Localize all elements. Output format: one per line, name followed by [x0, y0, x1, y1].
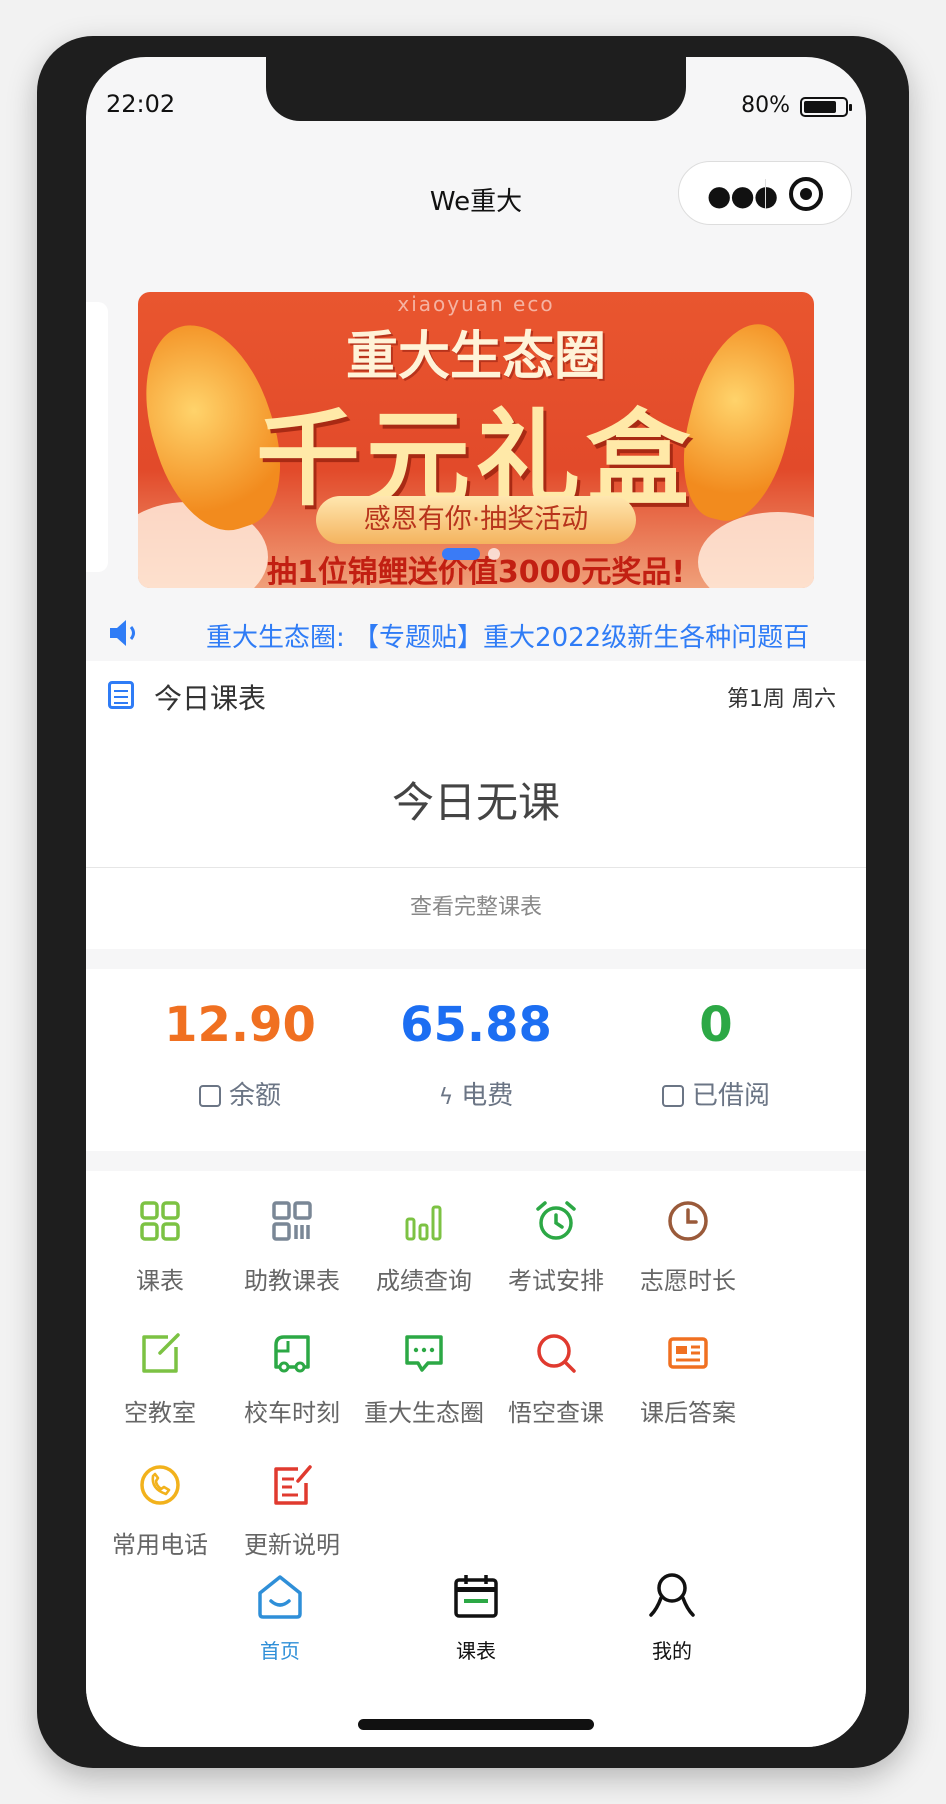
- carousel-prev-slide[interactable]: [86, 302, 108, 572]
- stat-value: 0: [699, 997, 733, 1053]
- stat-label: 已借阅: [691, 1081, 770, 1111]
- stats-card: 12.90 余额 65.88 ϟ 电费 0 已借阅: [86, 969, 866, 1151]
- notice-bar[interactable]: 重大生态圈: 【专题贴】重大2022级新生各种问题百: [86, 605, 866, 661]
- grid-item-label: 成绩查询: [376, 1267, 472, 1295]
- battery-fill: [804, 101, 836, 113]
- promo-banner[interactable]: xiaoyuan eco 重大生态圈 千元礼盒 感恩有你·抽奖活动 抽1位锦鲤送…: [138, 292, 814, 588]
- schedule-header: 今日课表 第1周 周六: [86, 661, 866, 731]
- carousel-indicator-active: [442, 548, 480, 560]
- tab-label: 课表: [456, 1639, 496, 1663]
- stat-balance[interactable]: 12.90 余额: [120, 997, 360, 1112]
- phone-icon: [140, 1465, 180, 1505]
- mini-program-capsule: ●●●: [678, 161, 852, 225]
- grid-item-label: 重大生态圈: [364, 1399, 484, 1427]
- banner-pill: 感恩有你·抽奖活动: [316, 496, 636, 544]
- bar-chart-icon: [405, 1205, 442, 1241]
- grid-item-3[interactable]: 成绩查询: [354, 1199, 494, 1296]
- close-target-icon[interactable]: [789, 177, 823, 211]
- grid-item-11[interactable]: 常用电话: [90, 1463, 230, 1560]
- more-icon[interactable]: ●●●: [707, 179, 778, 212]
- tab-schedule[interactable]: 课表: [396, 1571, 556, 1664]
- edit-square-icon: [142, 1333, 180, 1373]
- alarm-clock-icon: [536, 1201, 576, 1240]
- grid-item-label: 校车时刻: [244, 1399, 340, 1427]
- stat-value: 65.88: [400, 997, 552, 1053]
- qr-grid-icon: [272, 1201, 312, 1241]
- grid-item-label: 悟空查课: [508, 1399, 604, 1427]
- calendar-icon: [108, 681, 134, 709]
- calendar-icon: [454, 1575, 498, 1618]
- grid-item-label: 常用电话: [112, 1531, 208, 1559]
- home-indicator: [358, 1719, 594, 1730]
- home-icon: [258, 1575, 302, 1619]
- grid-item-12[interactable]: 更新说明: [222, 1463, 362, 1560]
- phone-screen: 22:02 80% We重大 ●●● xiaoyuan eco 重大生态圈 千元…: [86, 57, 866, 1747]
- carousel-indicator: [488, 548, 500, 560]
- divider: [86, 867, 866, 868]
- bolt-icon: ϟ: [438, 1085, 454, 1110]
- status-time: 22:02: [106, 90, 176, 118]
- grid-item-label: 助教课表: [244, 1267, 340, 1295]
- clock-icon: [668, 1201, 708, 1241]
- tab-bar: 首页 课表 我的: [86, 1571, 866, 1747]
- wallet-icon: [198, 1085, 221, 1107]
- stat-borrowed[interactable]: 0 已借阅: [596, 997, 836, 1112]
- capsule-divider: [765, 179, 766, 209]
- bus-icon: [274, 1335, 310, 1373]
- stat-electricity[interactable]: 65.88 ϟ 电费: [356, 997, 596, 1112]
- grid-icon: [140, 1201, 180, 1241]
- chat-bubble-icon: [405, 1335, 443, 1372]
- schedule-title: 今日课表: [154, 682, 267, 715]
- card-icon: [668, 1337, 708, 1369]
- grid-item-label: 课后答案: [640, 1399, 736, 1427]
- tab-home[interactable]: 首页: [200, 1571, 360, 1664]
- grid-item-label: 更新说明: [244, 1531, 340, 1559]
- grid-item-2[interactable]: 助教课表: [222, 1199, 362, 1296]
- grid-item-1[interactable]: 课表: [90, 1199, 230, 1296]
- user-icon: [649, 1573, 695, 1617]
- tab-me[interactable]: 我的: [592, 1571, 752, 1664]
- battery-icon: [800, 97, 852, 117]
- grid-item-label: 考试安排: [508, 1267, 604, 1295]
- grid-item-4[interactable]: 考试安排: [486, 1199, 626, 1296]
- banner-eco-text: xiaoyuan eco: [397, 292, 555, 316]
- notch: [266, 57, 686, 121]
- grid-item-label: 志愿时长: [640, 1267, 736, 1295]
- grid-item-6[interactable]: 空教室: [90, 1331, 230, 1428]
- search-icon: [537, 1334, 576, 1373]
- stat-label: 电费: [461, 1081, 514, 1111]
- battery-percent: 80%: [741, 93, 790, 118]
- grid-item-label: 课表: [136, 1267, 184, 1295]
- grid-item-9[interactable]: 悟空查课: [486, 1331, 626, 1428]
- week-label: 第1周 周六: [727, 687, 836, 712]
- tab-label: 首页: [260, 1639, 300, 1663]
- stat-value: 12.90: [164, 997, 316, 1053]
- speaker-icon: [110, 620, 135, 646]
- stat-label: 余额: [228, 1081, 281, 1111]
- notice-text: 重大生态圈: 【专题贴】重大2022级新生各种问题百: [206, 623, 810, 653]
- grid-item-5[interactable]: 志愿时长: [618, 1199, 758, 1296]
- today-schedule-card: 今日课表 第1周 周六 今日无课 查看完整课表: [86, 661, 866, 949]
- grid-item-7[interactable]: 校车时刻: [222, 1331, 362, 1428]
- view-full-schedule-link[interactable]: 查看完整课表: [86, 889, 866, 921]
- note-edit-icon: [274, 1465, 312, 1505]
- tab-label: 我的: [652, 1639, 692, 1663]
- grid-item-8[interactable]: 重大生态圈: [354, 1331, 494, 1428]
- function-grid: 课表 助教课表 成绩查询 考试安排 志愿时长空教室 校车时刻 重大生态圈 悟空查课 课后答案常用…: [86, 1171, 866, 1571]
- document-icon: [661, 1085, 684, 1107]
- no-class-text: 今日无课: [391, 778, 560, 827]
- grid-item-10[interactable]: 课后答案: [618, 1331, 758, 1428]
- grid-item-label: 空教室: [124, 1399, 196, 1427]
